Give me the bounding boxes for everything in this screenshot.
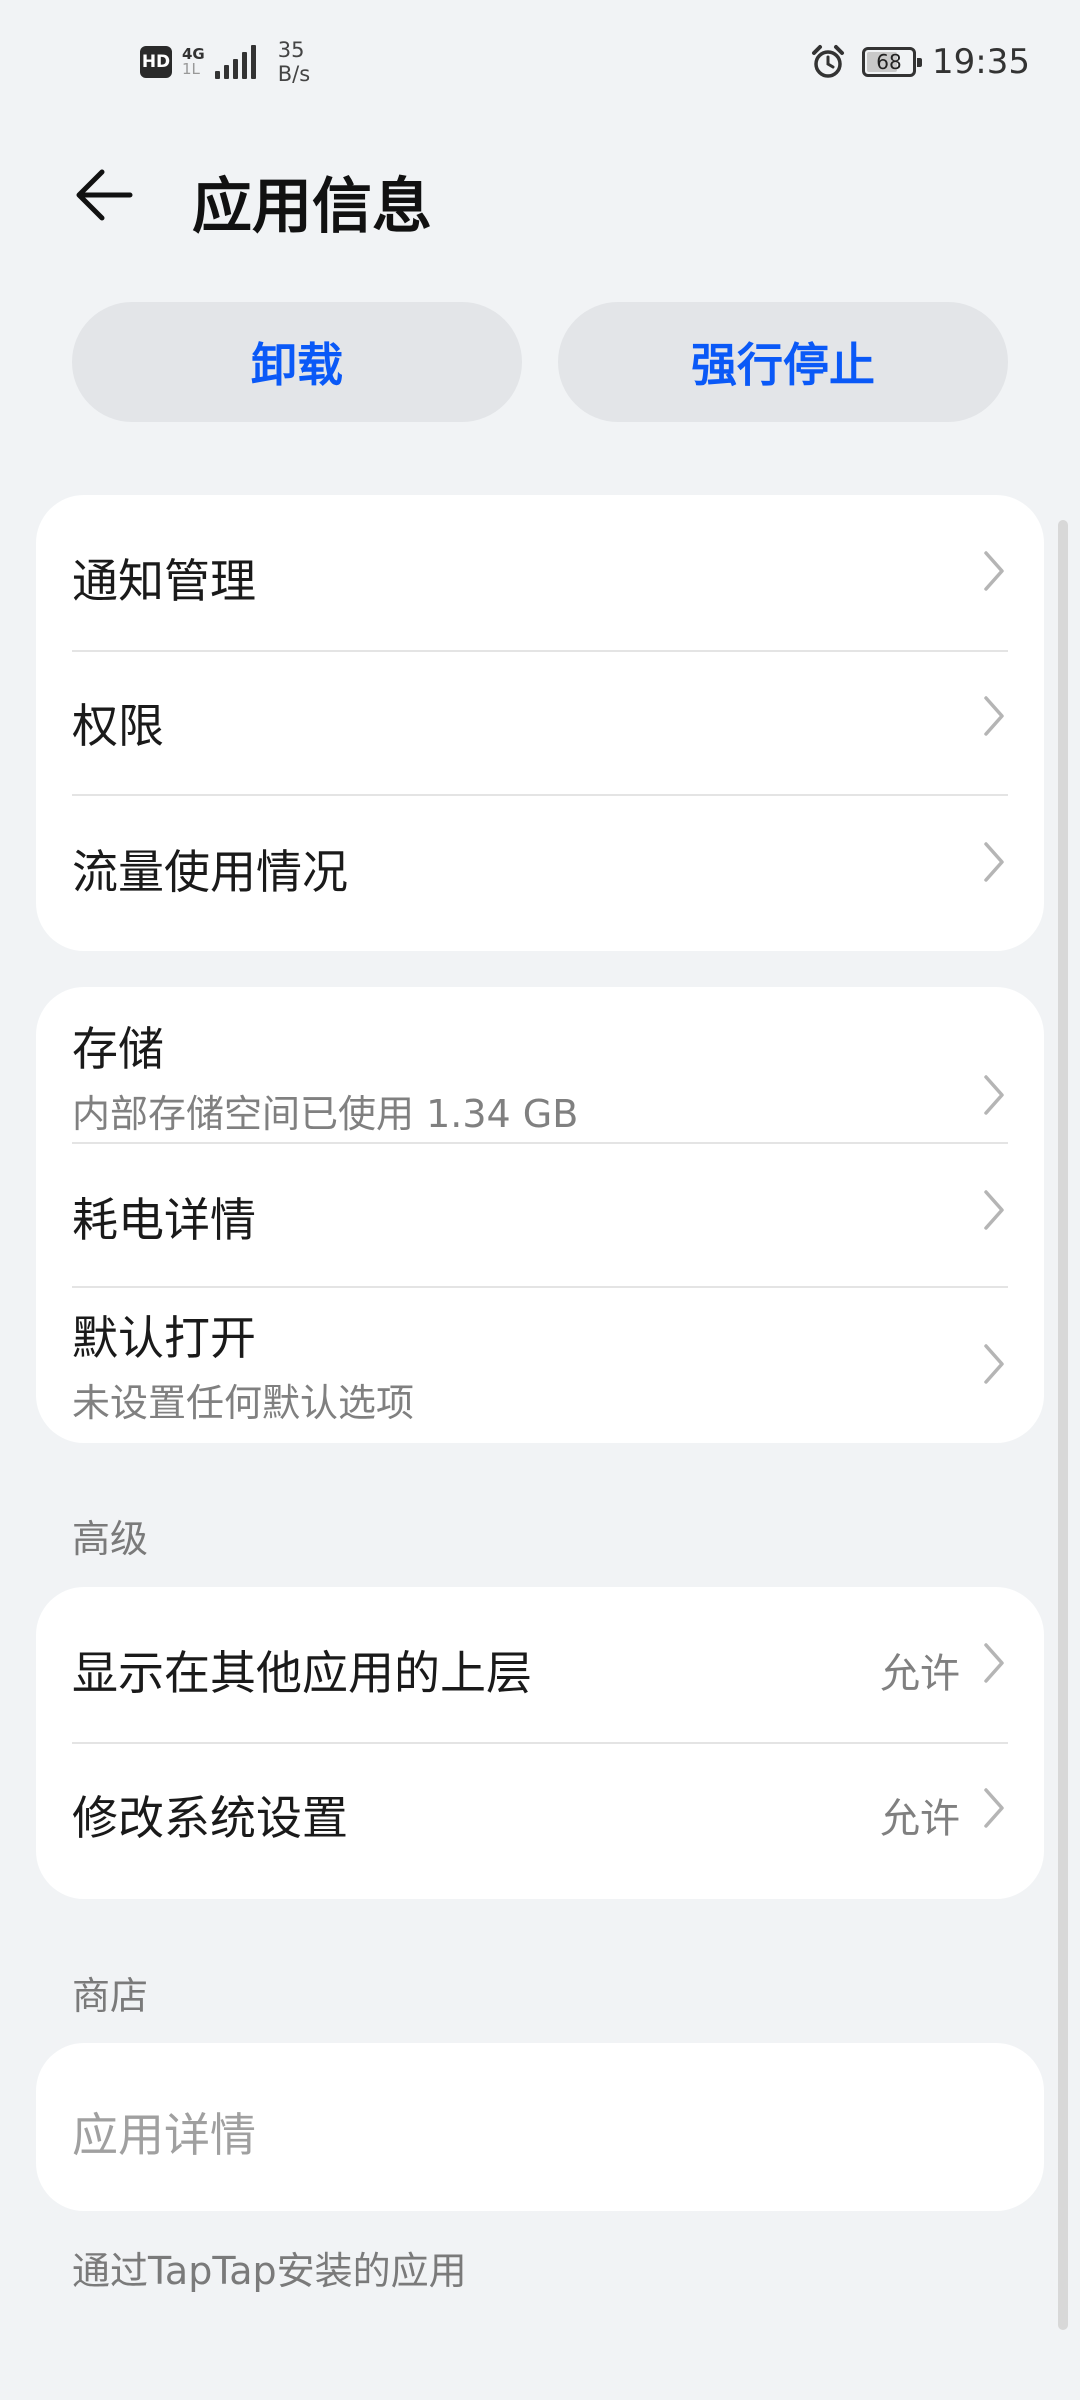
section-label-advanced: 高级	[72, 1517, 149, 1561]
app-bar: 应用信息	[0, 140, 1080, 250]
list-item-battery-usage[interactable]: 耗电详情	[72, 1144, 1008, 1286]
alarm-clock-icon	[812, 45, 845, 78]
list-item-title: 耗电详情	[72, 1193, 256, 1247]
list-item-data-usage[interactable]: 流量使用情况	[72, 796, 1008, 951]
list-item-title: 通知管理	[72, 554, 256, 608]
card-app-settings: 通知管理 权限 流量使用情况	[36, 495, 1044, 951]
network-speed: 35 B/s	[266, 38, 310, 86]
list-item-value: 允许	[880, 1796, 960, 1842]
battery-percent: 68	[876, 50, 902, 74]
card-store: 应用详情	[36, 2043, 1044, 2211]
list-item-title: 权限	[72, 699, 164, 753]
uninstall-button[interactable]: 卸载	[72, 302, 522, 422]
list-item-title: 修改系统设置	[72, 1791, 348, 1845]
network-speed-unit: B/s	[277, 62, 311, 86]
chevron-right-icon	[984, 1344, 1004, 1384]
chevron-right-icon	[984, 696, 1004, 736]
list-item-permissions[interactable]: 权限	[72, 652, 1008, 794]
scrollbar[interactable]	[1058, 520, 1068, 2330]
list-item-notifications[interactable]: 通知管理	[72, 495, 1008, 645]
section-label-store: 商店	[72, 1974, 149, 2018]
list-item-modify-system-settings[interactable]: 修改系统设置 允许	[72, 1744, 1008, 1899]
list-item-value: 允许	[880, 1651, 960, 1697]
list-item-title: 应用详情	[72, 2108, 256, 2162]
card-app-details: 存储 内部存储空间已使用 1.34 GB 耗电详情 默认打开 未设置任何默认选项	[36, 987, 1044, 1443]
chevron-right-icon	[984, 551, 1004, 591]
list-item-open-by-default[interactable]: 默认打开 未设置任何默认选项	[72, 1288, 1008, 1443]
status-time: 19:35	[932, 42, 1030, 82]
chevron-right-icon	[984, 1190, 1004, 1230]
list-item-title: 流量使用情况	[72, 845, 348, 899]
page-title: 应用信息	[192, 172, 432, 242]
chevron-right-icon	[984, 1643, 1004, 1683]
list-item-subtitle: 内部存储空间已使用 1.34 GB	[72, 1092, 579, 1136]
chevron-right-icon	[984, 1075, 1004, 1115]
status-bar: HD 4G 1L 35 B/s 68 19:35	[0, 0, 1080, 130]
chevron-right-icon	[984, 1788, 1004, 1828]
card-advanced: 显示在其他应用的上层 允许 修改系统设置 允许	[36, 1587, 1044, 1899]
list-item-display-over-apps[interactable]: 显示在其他应用的上层 允许	[72, 1587, 1008, 1742]
force-stop-button[interactable]: 强行停止	[558, 302, 1008, 422]
network-type-bottom: 1L	[182, 60, 200, 78]
list-item-subtitle: 未设置任何默认选项	[72, 1381, 415, 1425]
list-item-title: 显示在其他应用的上层	[72, 1646, 532, 1700]
battery-icon: 68	[862, 47, 923, 77]
list-item-storage[interactable]: 存储 内部存储空间已使用 1.34 GB	[72, 987, 1008, 1142]
signal-strength-icon	[214, 45, 256, 79]
network-speed-value: 35	[277, 38, 305, 62]
list-item-title: 默认打开	[72, 1311, 256, 1365]
install-source-note: 通过TapTap安装的应用	[72, 2249, 467, 2293]
network-type: 4G 1L	[182, 47, 205, 77]
list-item-app-details[interactable]: 应用详情	[72, 2043, 1008, 2211]
list-item-title: 存储	[72, 1022, 164, 1076]
status-right: 68 19:35	[810, 42, 1030, 82]
hd-badge: HD	[140, 46, 172, 78]
status-left: HD 4G 1L 35 B/s	[140, 38, 310, 86]
back-arrow-icon[interactable]	[70, 160, 140, 230]
chevron-right-icon	[984, 842, 1004, 882]
